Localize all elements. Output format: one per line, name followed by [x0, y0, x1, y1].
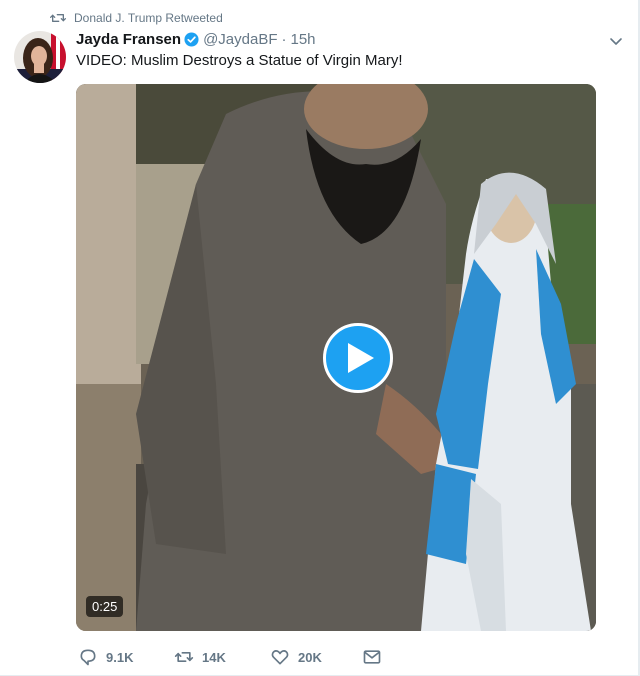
- tweet-header: Jayda Fransen @JaydaBF · 15h: [76, 29, 316, 49]
- play-button[interactable]: [323, 323, 393, 393]
- reply-icon: [80, 649, 96, 666]
- tweet-actions: 9.1K 14K 20K: [78, 647, 390, 667]
- retweet-context-text: Donald J. Trump Retweeted: [74, 11, 223, 25]
- tweet-text: VIDEO: Muslim Destroys a Statue of Virgi…: [76, 52, 403, 69]
- envelope-icon: [363, 650, 381, 664]
- avatar-image: [14, 31, 66, 83]
- play-icon: [348, 343, 374, 373]
- retweet-context[interactable]: Donald J. Trump Retweeted: [50, 9, 223, 27]
- retweet-button[interactable]: 14K: [174, 647, 270, 667]
- reply-count: 9.1K: [106, 649, 134, 665]
- retweet-count: 14K: [202, 649, 226, 665]
- reply-button[interactable]: 9.1K: [78, 647, 174, 667]
- video-player[interactable]: 0:25: [76, 84, 596, 631]
- retweet-context-icon: [50, 14, 66, 23]
- avatar[interactable]: [14, 31, 66, 83]
- author-handle[interactable]: @JaydaBF: [203, 31, 277, 48]
- retweet-icon: [174, 652, 194, 662]
- direct-message-button[interactable]: [362, 647, 390, 667]
- heart-icon: [271, 650, 289, 665]
- verified-badge-icon: [184, 31, 199, 47]
- timestamp[interactable]: 15h: [290, 31, 315, 48]
- like-count: 20K: [298, 649, 322, 665]
- chevron-down-icon[interactable]: [608, 33, 624, 49]
- separator-dot: ·: [281, 30, 287, 48]
- like-button[interactable]: 20K: [270, 647, 362, 667]
- author-name[interactable]: Jayda Fransen: [76, 31, 181, 48]
- video-duration: 0:25: [86, 596, 124, 617]
